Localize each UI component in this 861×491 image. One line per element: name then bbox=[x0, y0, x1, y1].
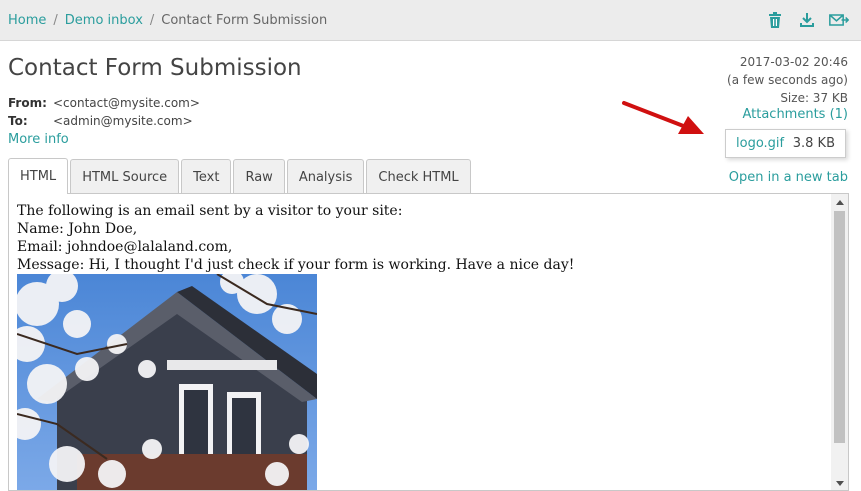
tab-check-html[interactable]: Check HTML bbox=[366, 159, 471, 194]
download-icon[interactable] bbox=[797, 10, 817, 30]
message-info: 2017-03-02 20:46 (a few seconds ago) Siz… bbox=[727, 53, 848, 107]
tab-text[interactable]: Text bbox=[181, 159, 232, 194]
attachments-link[interactable]: Attachments (1) bbox=[742, 107, 848, 122]
tab-html[interactable]: HTML bbox=[8, 158, 69, 194]
forward-icon[interactable] bbox=[829, 10, 849, 30]
message-relative-time: (a few seconds ago) bbox=[727, 73, 848, 87]
message-size: Size: 37 KB bbox=[780, 91, 848, 105]
scroll-thumb[interactable] bbox=[834, 211, 845, 443]
scroll-up-arrow-icon[interactable] bbox=[831, 194, 848, 211]
more-info-link[interactable]: More info bbox=[8, 132, 69, 147]
breadcrumb-current: Contact Form Submission bbox=[161, 13, 328, 28]
breadcrumb-home-link[interactable]: Home bbox=[8, 13, 46, 28]
attachment-size: 3.8 KB bbox=[792, 136, 835, 151]
tab-raw[interactable]: Raw bbox=[233, 159, 285, 194]
scroll-down-arrow-icon[interactable] bbox=[831, 475, 848, 490]
breadcrumb-separator: / bbox=[149, 13, 155, 28]
to-label: To: bbox=[8, 114, 28, 128]
email-line: Message: Hi, I thought I'd just check if… bbox=[17, 257, 575, 273]
top-bar: Home / Demo inbox / Contact Form Submission bbox=[0, 0, 861, 41]
open-in-new-tab-link[interactable]: Open in a new tab bbox=[729, 170, 848, 185]
to-value: <admin@mysite.com> bbox=[53, 114, 193, 128]
vertical-scrollbar[interactable] bbox=[831, 194, 848, 490]
house-photo bbox=[17, 274, 317, 490]
annotation-arrow-icon bbox=[622, 101, 704, 134]
email-line: Name: John Doe, bbox=[17, 221, 138, 237]
message-date: 2017-03-02 20:46 bbox=[739, 55, 848, 69]
from-value: <contact@mysite.com> bbox=[53, 96, 200, 110]
breadcrumb-separator: / bbox=[53, 13, 58, 28]
trash-icon[interactable] bbox=[765, 10, 785, 30]
to-row: To: <admin@mysite.com> bbox=[8, 114, 200, 132]
toolbar-icons bbox=[765, 10, 849, 30]
message-meta: From: <contact@mysite.com> To: <admin@my… bbox=[8, 96, 200, 132]
breadcrumb-inbox-link[interactable]: Demo inbox bbox=[65, 13, 143, 28]
tab-analysis[interactable]: Analysis bbox=[286, 159, 365, 194]
breadcrumb: Home / Demo inbox / Contact Form Submission bbox=[8, 13, 327, 28]
email-line: Email: johndoe@lalaland.com, bbox=[17, 239, 233, 255]
from-label: From: bbox=[8, 96, 47, 110]
view-tabs: HTML HTML Source Text Raw Analysis Check… bbox=[8, 158, 473, 194]
message-subject: Contact Form Submission bbox=[8, 55, 302, 81]
email-line: The following is an email sent by a visi… bbox=[17, 203, 403, 219]
tab-html-source[interactable]: HTML Source bbox=[70, 159, 180, 194]
email-preview-pane: The following is an email sent by a visi… bbox=[8, 193, 849, 491]
attachment-dropdown: logo.gif 3.8 KB bbox=[725, 129, 846, 158]
from-row: From: <contact@mysite.com> bbox=[8, 96, 200, 114]
attachment-name-link[interactable]: logo.gif bbox=[736, 136, 784, 151]
email-body: The following is an email sent by a visi… bbox=[17, 202, 574, 274]
